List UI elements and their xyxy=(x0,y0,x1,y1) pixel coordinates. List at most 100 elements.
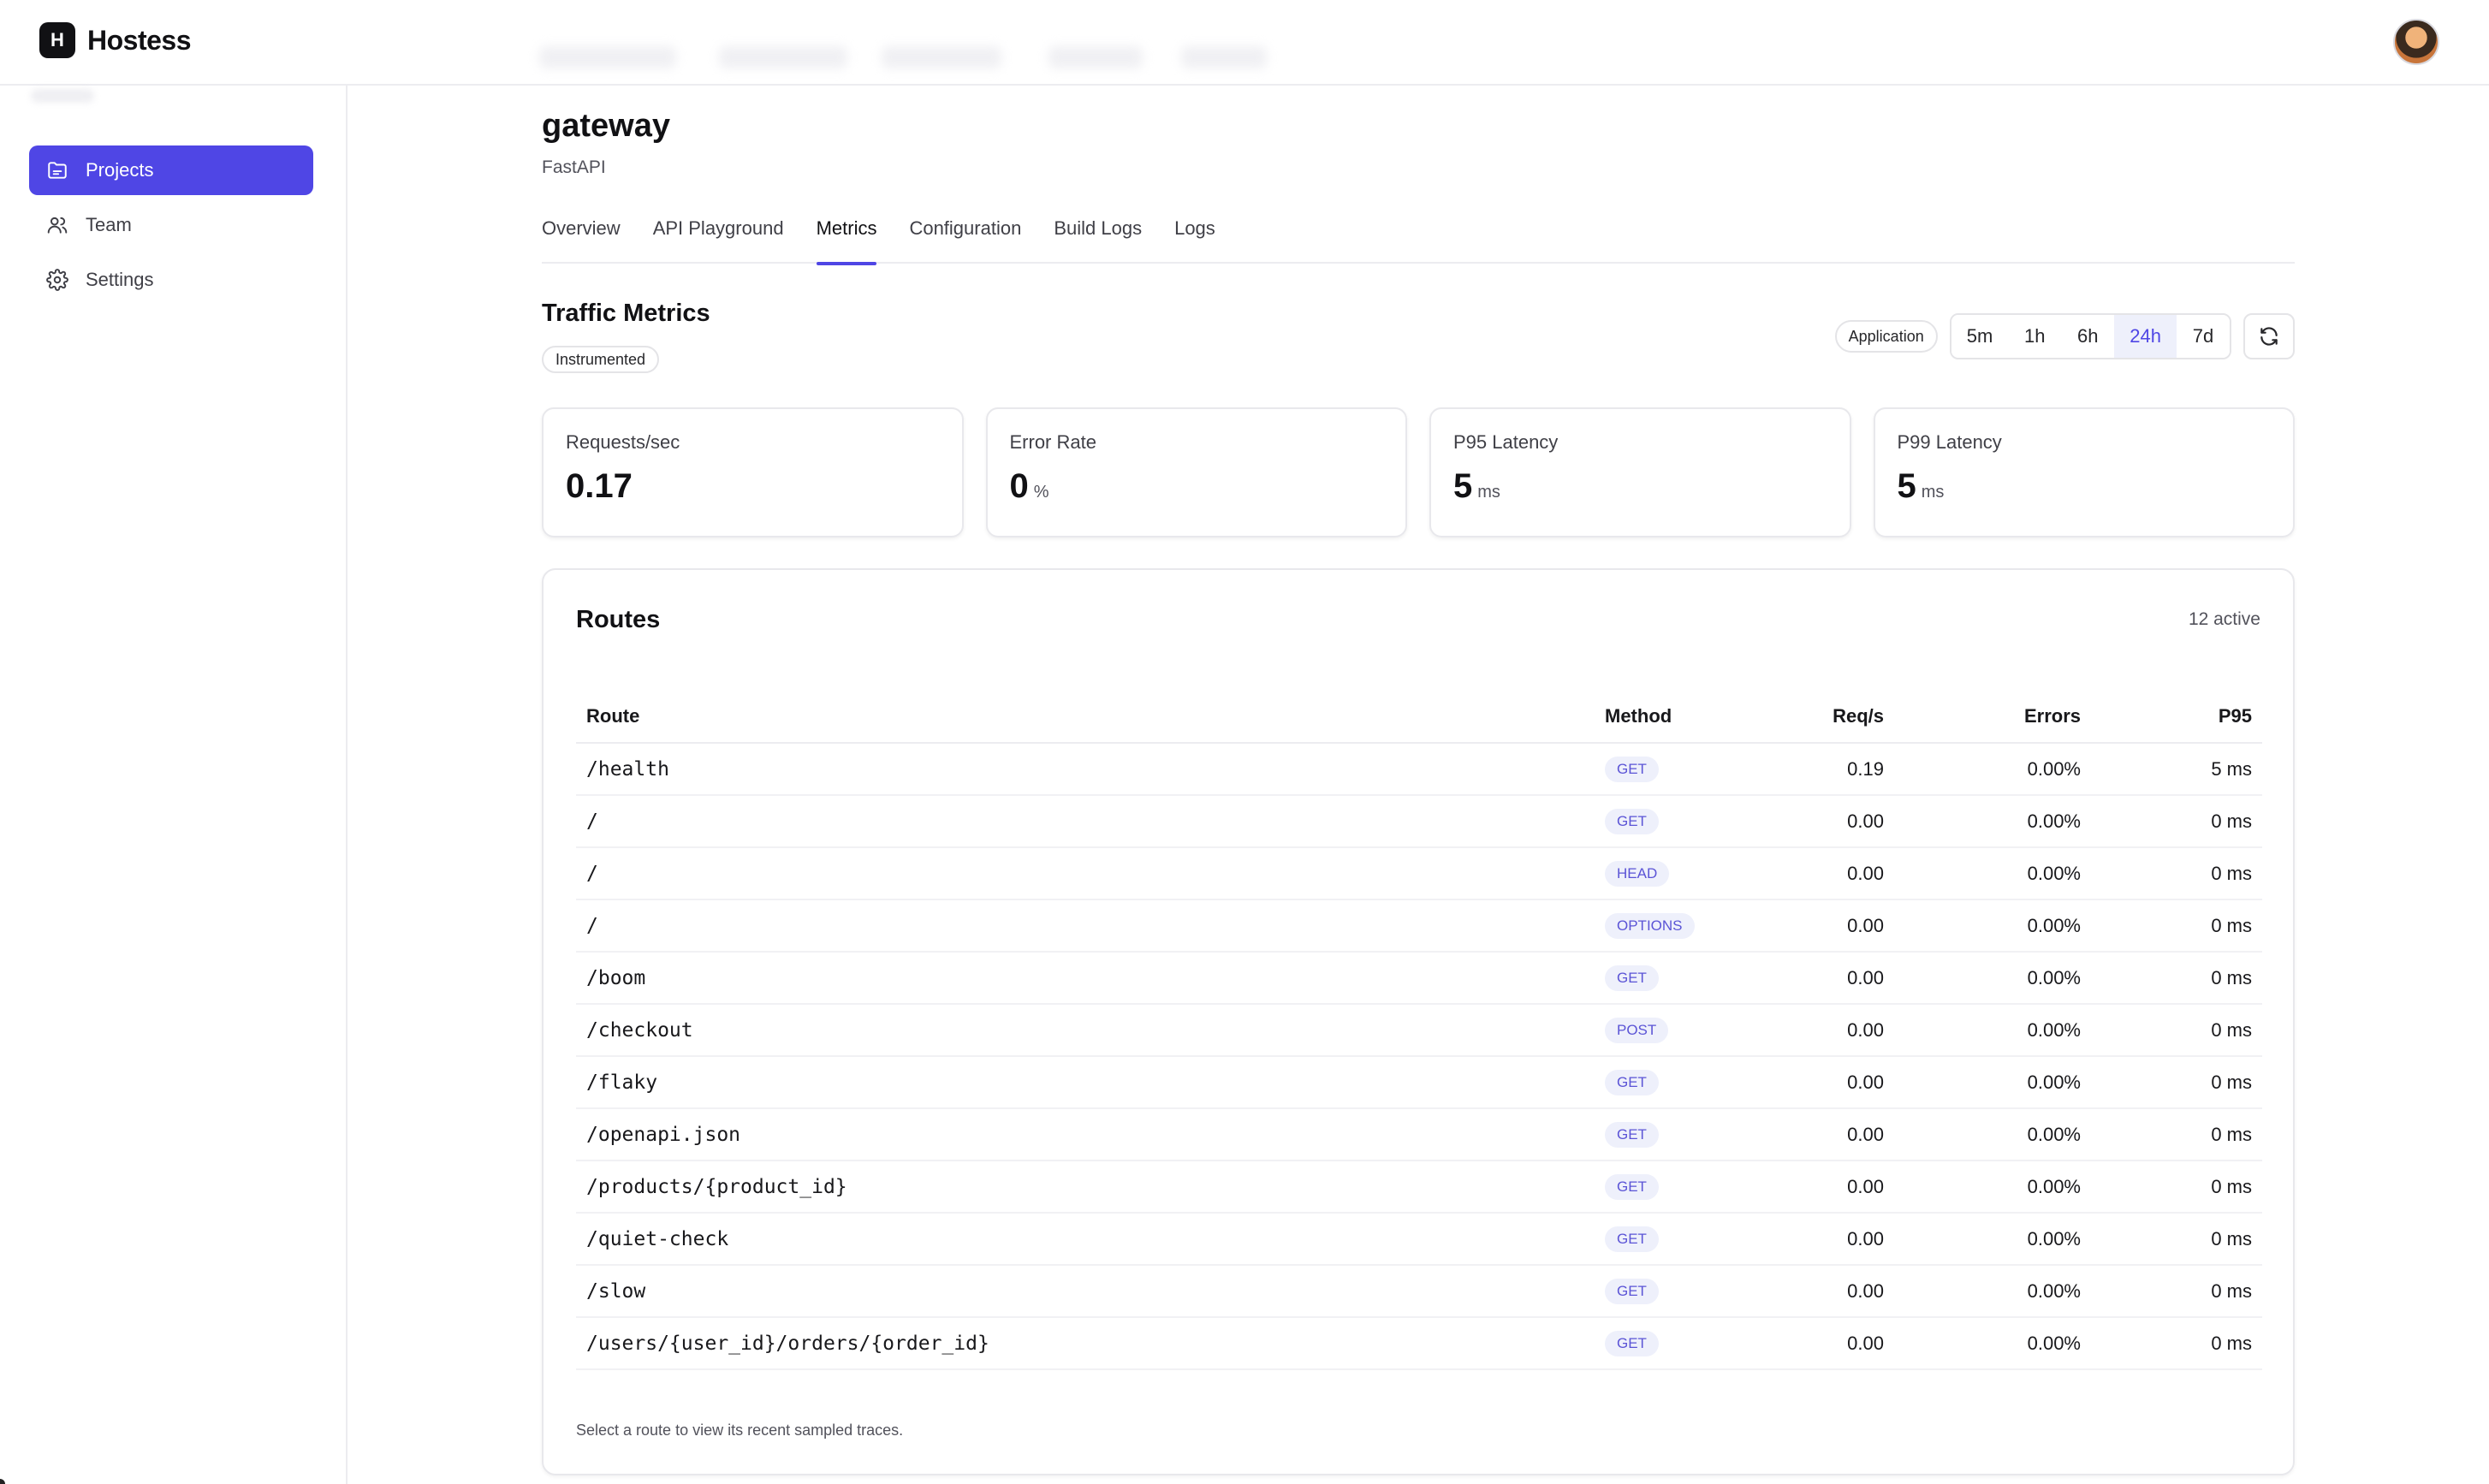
route-errors: 0.00% xyxy=(1894,847,2091,900)
page-title: gateway xyxy=(542,108,670,144)
route-path: /checkout xyxy=(576,1004,1595,1057)
range-6h[interactable]: 6h xyxy=(2061,315,2115,358)
method-badge: OPTIONS xyxy=(1605,912,1695,939)
card-label: Requests/sec xyxy=(566,431,680,453)
route-p95: 0 ms xyxy=(2091,1317,2262,1370)
tab-bar: Overview API Playground Metrics Configur… xyxy=(542,202,2295,265)
tab-logs[interactable]: Logs xyxy=(1174,202,1215,264)
metric-cards: Requests/sec 0.17 Error Rate 0% P95 Late… xyxy=(542,407,2295,537)
table-row[interactable]: /quiet-check GET 0.00 0.00% 0 ms xyxy=(576,1213,2262,1266)
instrumented-badge: Instrumented xyxy=(542,346,660,373)
sidebar-item-label: Projects xyxy=(86,159,154,181)
gear-icon xyxy=(46,269,68,291)
routes-hint: Select a route to view its recent sample… xyxy=(576,1422,904,1439)
route-method-cell: GET xyxy=(1595,1317,1766,1370)
range-24h[interactable]: 24h xyxy=(2114,315,2177,358)
routes-panel: Routes 12 active Route Method Req/s Erro… xyxy=(542,568,2295,1475)
refresh-icon xyxy=(2260,327,2278,346)
method-badge: GET xyxy=(1605,1069,1659,1095)
page-subtitle: FastAPI xyxy=(542,157,606,177)
route-errors: 0.00% xyxy=(1894,1317,2091,1370)
tab-build-logs[interactable]: Build Logs xyxy=(1054,202,1142,264)
route-req-s: 0.00 xyxy=(1766,847,1894,900)
route-p95: 0 ms xyxy=(2091,1213,2262,1266)
method-badge: GET xyxy=(1605,808,1659,834)
breadcrumb-blurred xyxy=(882,46,1001,68)
range-5m[interactable]: 5m xyxy=(1951,315,2009,358)
route-errors: 0.00% xyxy=(1894,1108,2091,1161)
sidebar-item-settings[interactable]: Settings xyxy=(29,255,313,305)
route-method-cell: GET xyxy=(1595,1265,1766,1318)
route-path: /quiet-check xyxy=(576,1213,1595,1266)
route-errors: 0.00% xyxy=(1894,899,2091,953)
route-p95: 5 ms xyxy=(2091,743,2262,796)
breadcrumb-blurred xyxy=(539,46,676,68)
tab-overview[interactable]: Overview xyxy=(542,202,621,264)
app-root: H Hostess Projects Team Settings gateway… xyxy=(0,0,2489,1484)
route-errors: 0.00% xyxy=(1894,1265,2091,1318)
card-p95-latency: P95 Latency 5 ms xyxy=(1429,407,1851,537)
route-method-cell: GET xyxy=(1595,795,1766,848)
route-path: /flaky xyxy=(576,1056,1595,1109)
table-row[interactable]: /openapi.json GET 0.00 0.00% 0 ms xyxy=(576,1108,2262,1161)
tab-api-playground[interactable]: API Playground xyxy=(653,202,784,264)
range-7d[interactable]: 7d xyxy=(2177,315,2230,358)
breadcrumb-blurred xyxy=(719,46,847,68)
route-req-s: 0.00 xyxy=(1766,899,1894,953)
sidebar-item-team[interactable]: Team xyxy=(29,200,313,250)
method-badge: POST xyxy=(1605,1017,1669,1043)
card-label: P99 Latency xyxy=(1897,431,2002,453)
col-p95: P95 xyxy=(2091,690,2262,744)
col-method: Method xyxy=(1595,690,1766,744)
method-badge: GET xyxy=(1605,1330,1659,1356)
table-row[interactable]: / GET 0.00 0.00% 0 ms xyxy=(576,795,2262,848)
brand-logo-icon: H xyxy=(39,22,75,58)
card-requests-per-sec: Requests/sec 0.17 xyxy=(542,407,964,537)
routes-count: 12 active xyxy=(2188,609,2260,629)
card-p99-latency: P99 Latency 5 ms xyxy=(1873,407,2295,537)
route-errors: 0.00% xyxy=(1894,1004,2091,1057)
card-label: Error Rate xyxy=(1009,431,1096,453)
sidebar-item-label: Settings xyxy=(86,269,154,290)
route-method-cell: GET xyxy=(1595,743,1766,796)
table-row[interactable]: /users/{user_id}/orders/{order_id} GET 0.0… xyxy=(576,1317,2262,1370)
tab-metrics[interactable]: Metrics xyxy=(816,202,876,265)
table-row[interactable]: /flaky GET 0.00 0.00% 0 ms xyxy=(576,1056,2262,1109)
route-path: / xyxy=(576,847,1595,900)
traffic-metrics-title: Traffic Metrics xyxy=(542,300,710,327)
table-row[interactable]: / HEAD 0.00 0.00% 0 ms xyxy=(576,847,2262,900)
table-row[interactable]: /products/{product_id} GET 0.00 0.00% 0 ms xyxy=(576,1160,2262,1214)
route-p95: 0 ms xyxy=(2091,847,2262,900)
card-value: 0.17 xyxy=(566,467,633,505)
folder-icon xyxy=(48,162,67,179)
method-badge: GET xyxy=(1605,1173,1659,1200)
route-req-s: 0.00 xyxy=(1766,1004,1894,1057)
route-errors: 0.00% xyxy=(1894,1160,2091,1214)
route-method-cell: OPTIONS xyxy=(1595,899,1766,953)
route-path: /boom xyxy=(576,952,1595,1005)
sidebar-item-projects[interactable]: Projects xyxy=(29,145,313,195)
route-path: /users/{user_id}/orders/{order_id} xyxy=(576,1317,1595,1370)
sidebar-item-label: Team xyxy=(86,214,132,235)
table-row[interactable]: /boom GET 0.00 0.00% 0 ms xyxy=(576,952,2262,1005)
breadcrumb-blurred xyxy=(1181,46,1267,68)
col-route: Route xyxy=(576,690,1595,744)
method-badge: GET xyxy=(1605,1278,1659,1304)
method-badge: GET xyxy=(1605,965,1659,991)
tab-configuration[interactable]: Configuration xyxy=(909,202,1021,264)
table-row[interactable]: / OPTIONS 0.00 0.00% 0 ms xyxy=(576,899,2262,953)
range-1h[interactable]: 1h xyxy=(2008,315,2062,358)
avatar[interactable] xyxy=(2393,19,2439,65)
table-row[interactable]: /health GET 0.19 0.00% 5 ms xyxy=(576,743,2262,796)
route-path: / xyxy=(576,795,1595,848)
route-req-s: 0.00 xyxy=(1766,1160,1894,1214)
brand[interactable]: H Hostess xyxy=(39,22,192,58)
users-icon xyxy=(47,217,68,234)
refresh-button[interactable] xyxy=(2243,313,2295,359)
table-row[interactable]: /checkout POST 0.00 0.00% 0 ms xyxy=(576,1004,2262,1057)
route-p95: 0 ms xyxy=(2091,952,2262,1005)
route-p95: 0 ms xyxy=(2091,1108,2262,1161)
table-row[interactable]: /slow GET 0.00 0.00% 0 ms xyxy=(576,1265,2262,1318)
card-error-rate: Error Rate 0% xyxy=(985,407,1407,537)
source-toggle-application[interactable]: Application xyxy=(1834,320,1938,353)
